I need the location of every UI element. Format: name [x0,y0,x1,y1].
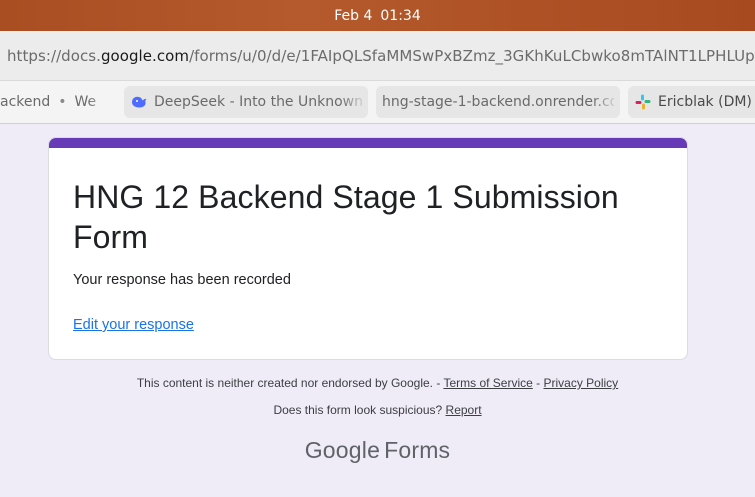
response-recorded-message: Your response has been recorded [73,272,291,288]
url-prefix: https://docs. [7,46,101,65]
tab-label: DeepSeek - Into the Unknown [154,94,362,110]
tab-strip: ackend • We DeepSeek - Into the Unknown … [0,81,755,124]
url-domain: google.com [100,46,190,65]
disclaimer-text: This content is neither created nor endo… [136,376,441,390]
system-date[interactable]: Feb 4 [334,8,372,24]
privacy-policy-link[interactable]: Privacy Policy [544,376,619,390]
tab-backend[interactable]: ackend • We [0,86,115,118]
tab-fade [87,86,115,118]
deepseek-icon [130,93,148,111]
system-time[interactable]: 01:34 [380,8,420,24]
system-top-bar: Feb 4 01:34 [0,0,755,31]
slack-icon [634,93,652,111]
tab-deepseek[interactable]: DeepSeek - Into the Unknown [124,86,368,118]
tab-slack[interactable]: Ericblak (DM) - [628,86,755,118]
brand-forms: Forms [384,437,451,463]
tab-fade [340,86,368,118]
url-text[interactable]: https://docs.google.com/forms/u/0/d/e/1F… [7,47,755,65]
tab-label: hng-stage-1-backend.onrender.com [382,94,614,110]
tab-label: ackend [0,94,51,110]
url-path: /forms/u/0/d/e/1FAIpQLSfaMMSwPxBZmz_3GKh… [189,46,755,65]
disclaimer: This content is neither created nor endo… [0,376,755,390]
suspicious-notice: Does this form look suspicious? Report [0,403,755,417]
tab-label: Ericblak (DM) - [658,94,755,110]
confirmation-card: HNG 12 Backend Stage 1 Submission Form Y… [48,137,688,360]
brand-google: Google [304,437,381,463]
tab-separator-dot: • [58,94,67,110]
address-bar[interactable]: https://docs.google.com/forms/u/0/d/e/1F… [0,31,755,81]
terms-of-service-link[interactable]: Terms of Service [443,376,532,390]
tab-fade [592,86,620,118]
tab-onrender[interactable]: hng-stage-1-backend.onrender.com [376,86,620,118]
card-accent-bar [49,138,687,148]
suspicious-text: Does this form look suspicious? [273,403,443,417]
footer-dash: - [536,376,541,390]
report-link[interactable]: Report [446,403,482,417]
google-forms-logo[interactable]: Google Forms [0,437,755,464]
edit-response-link[interactable]: Edit your response [73,317,194,333]
form-title: HNG 12 Backend Stage 1 Submission Form [73,179,619,255]
